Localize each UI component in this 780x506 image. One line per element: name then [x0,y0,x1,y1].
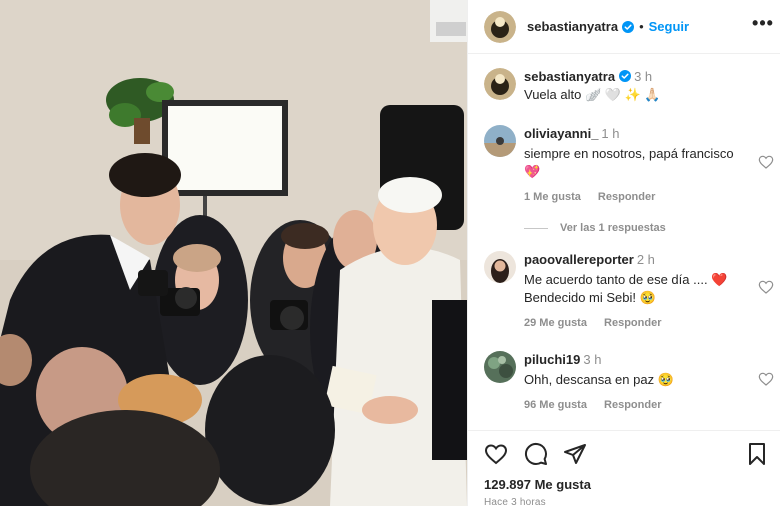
follow-button[interactable]: Seguir [649,19,689,34]
comment-time: 3 h [583,352,602,367]
likes-count[interactable]: 129.897 Me gusta [484,477,591,492]
reply-button[interactable]: Responder [598,191,655,203]
comment-username[interactable]: oliviayanni_ [524,126,598,141]
comment-time: 2 h [636,252,655,267]
author-username[interactable]: sebastianyatra [527,19,618,34]
post-photo [0,0,467,506]
replies-divider [524,227,548,229]
more-options-icon[interactable]: ••• [751,13,775,34]
verified-badge-icon [619,70,632,82]
comment-time: 1 h [601,126,620,141]
verified-badge-icon [622,20,635,33]
post-side-panel: sebastianyatra • Seguir ••• sebastianyat… [467,0,780,506]
reply-button[interactable]: Responder [604,317,661,329]
caption-text: Vuela alto 🪽 🤍 ✨ 🙏🏻 [524,87,661,102]
caption-avatar[interactable] [484,68,516,100]
comment-text: Me acuerdo tanto de ese día .... ❤️ Bend… [524,272,728,305]
comment-icon[interactable] [524,442,548,466]
post-actions: 129.897 Me gusta Hace 3 horas [468,430,780,506]
post-image [0,0,467,506]
comment-likes[interactable]: 1 Me gusta [524,191,581,203]
comment-like-heart-icon[interactable] [758,279,774,295]
view-replies-label: Ver las 1 respuestas [560,222,666,234]
comment-avatar[interactable] [484,351,516,383]
reply-button[interactable]: Responder [604,399,661,411]
comment-avatar[interactable] [484,251,516,283]
heart-icon[interactable] [484,442,508,466]
comment-avatar[interactable] [484,125,516,157]
paper-plane-icon[interactable] [563,442,587,466]
comment-username[interactable]: paoovallereporter [524,252,634,267]
author-avatar[interactable] [484,10,516,43]
post-timestamp: Hace 3 horas [484,497,546,506]
comment-text: Ohh, descansa en paz 🥹 [524,372,674,387]
comment-likes[interactable]: 96 Me gusta [524,399,587,411]
comment-likes[interactable]: 29 Me gusta [524,317,587,329]
comment-text: siempre en nosotros, papá francisco 💖 [524,146,734,179]
caption-time: 3 h [634,69,653,84]
comment-like-heart-icon[interactable] [758,154,774,170]
view-replies-button[interactable]: Ver las 1 respuestas [524,222,666,234]
post-header: sebastianyatra • Seguir ••• [468,0,780,54]
comment-like-heart-icon[interactable] [758,371,774,387]
caption-username[interactable]: sebastianyatra [524,69,615,84]
bookmark-icon[interactable] [745,442,769,466]
header-separator: • [639,19,644,34]
comments-list: sebastianyatra 3 h Vuela alto 🪽 🤍 ✨ 🙏🏻 ol… [468,55,780,440]
comment-username[interactable]: piluchi19 [524,352,580,367]
